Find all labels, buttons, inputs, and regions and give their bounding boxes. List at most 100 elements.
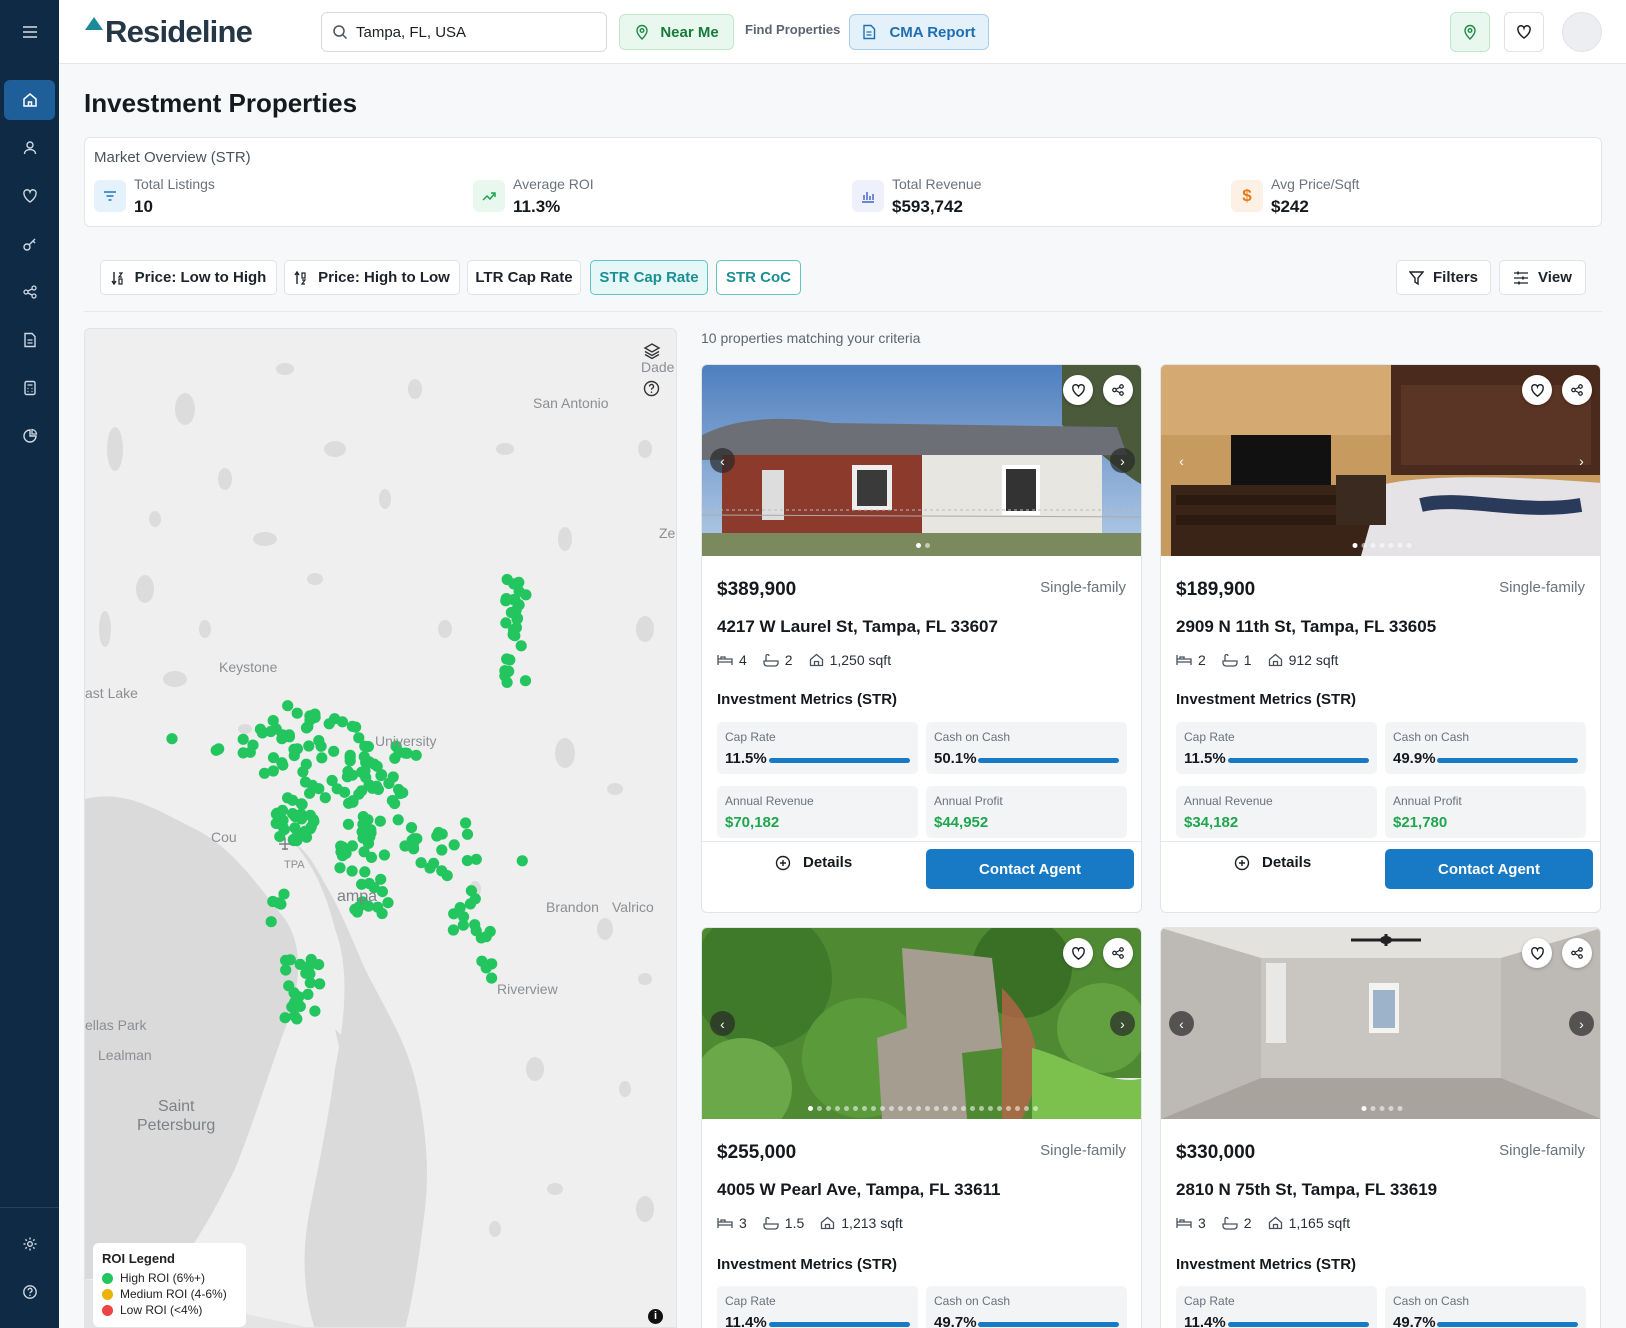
property-marker[interactable] [279, 1012, 291, 1024]
property-marker[interactable] [448, 839, 460, 851]
info-icon[interactable]: i [648, 1309, 663, 1324]
property-marker[interactable] [461, 855, 473, 867]
property-marker[interactable] [516, 855, 528, 867]
property-marker[interactable] [436, 865, 448, 877]
property-marker[interactable] [282, 792, 294, 804]
favorite-button[interactable] [1522, 938, 1552, 968]
property-marker[interactable] [486, 958, 498, 970]
property-photo[interactable]: ‹ › [702, 365, 1141, 556]
property-marker[interactable] [399, 840, 411, 852]
property-marker[interactable] [270, 808, 282, 820]
property-marker[interactable] [480, 931, 492, 943]
sort-price-high-low-button[interactable]: Price: High to Low [284, 260, 460, 295]
property-card[interactable]: ‹ › $330,000 Single-family 2810 N 75th S… [1160, 927, 1601, 1328]
favorite-button[interactable] [1522, 375, 1552, 405]
property-marker[interactable] [344, 749, 356, 761]
property-marker[interactable] [500, 617, 512, 629]
sidebar-item-analytics[interactable] [0, 416, 59, 456]
favorite-button[interactable] [1063, 375, 1093, 405]
property-marker[interactable] [328, 745, 340, 757]
property-marker[interactable] [346, 769, 358, 781]
property-marker[interactable] [500, 593, 512, 605]
property-marker[interactable] [336, 716, 348, 728]
property-marker[interactable] [337, 841, 349, 853]
property-marker[interactable] [316, 752, 328, 764]
contact-agent-button[interactable]: Contact Agent [1385, 849, 1593, 889]
property-marker[interactable] [267, 752, 280, 764]
property-marker[interactable] [300, 758, 312, 770]
view-button[interactable]: View [1499, 260, 1586, 295]
share-button[interactable] [1103, 938, 1133, 968]
share-button[interactable] [1562, 375, 1592, 405]
property-marker[interactable] [389, 797, 401, 810]
property-marker[interactable] [515, 640, 527, 652]
property-marker[interactable] [436, 844, 448, 856]
property-marker[interactable] [364, 831, 376, 843]
location-button[interactable] [1450, 12, 1490, 52]
property-marker[interactable] [401, 747, 413, 759]
property-photo[interactable]: ‹ › [1161, 365, 1600, 556]
sort-ltr-cap-rate-button[interactable]: LTR Cap Rate [467, 260, 581, 295]
property-marker[interactable] [291, 1013, 303, 1025]
property-marker[interactable] [387, 771, 399, 783]
sidebar-item-share[interactable] [0, 272, 59, 312]
property-marker[interactable] [447, 924, 459, 936]
sort-str-cap-rate-button[interactable]: STR Cap Rate [590, 260, 708, 295]
location-search[interactable] [321, 12, 607, 52]
property-marker[interactable] [347, 795, 359, 807]
property-marker[interactable] [508, 578, 520, 590]
photo-prev-button[interactable]: ‹ [710, 448, 735, 473]
property-marker[interactable] [244, 746, 256, 758]
sidebar-item-home[interactable] [4, 80, 55, 120]
property-marker[interactable] [282, 700, 294, 712]
property-marker[interactable] [376, 907, 388, 920]
avatar[interactable] [1562, 12, 1602, 52]
property-marker[interactable] [267, 895, 279, 908]
property-marker[interactable] [296, 798, 308, 810]
property-marker[interactable] [405, 822, 418, 834]
app-logo[interactable]: Resideline [85, 12, 253, 52]
property-marker[interactable] [511, 612, 524, 624]
property-marker[interactable] [410, 749, 422, 761]
property-photo[interactable]: ‹ › [1161, 928, 1600, 1119]
property-marker[interactable] [303, 960, 315, 972]
property-marker[interactable] [356, 785, 368, 797]
property-marker[interactable] [371, 780, 383, 792]
property-photo[interactable]: ‹ › [702, 928, 1141, 1119]
property-marker[interactable] [289, 810, 301, 823]
property-marker[interactable] [303, 740, 315, 752]
property-marker[interactable] [469, 919, 481, 931]
details-button[interactable]: Details [1234, 854, 1311, 871]
sidebar-item-keys[interactable] [0, 224, 59, 264]
property-marker[interactable] [166, 733, 178, 745]
property-marker[interactable] [507, 628, 519, 641]
property-marker[interactable] [461, 828, 474, 840]
property-marker[interactable] [299, 776, 312, 788]
sidebar-item-documents[interactable] [0, 320, 59, 360]
property-marker[interactable] [288, 750, 300, 762]
property-marker[interactable] [265, 725, 277, 738]
sort-price-low-high-button[interactable]: Price: Low to High [100, 260, 277, 295]
property-marker[interactable] [431, 830, 443, 842]
property-marker[interactable] [346, 865, 358, 877]
property-marker[interactable] [382, 897, 394, 909]
photo-prev-button[interactable]: ‹ [710, 1011, 735, 1036]
property-marker[interactable] [307, 814, 319, 826]
property-marker[interactable] [319, 792, 331, 804]
filters-button[interactable]: Filters [1396, 260, 1491, 295]
near-me-button[interactable]: Near Me [619, 14, 734, 50]
photo-next-button[interactable]: › [1110, 1011, 1135, 1036]
property-card[interactable]: ‹ › $389,900 Single-family 4217 W Laurel… [701, 364, 1142, 913]
property-marker[interactable] [359, 765, 371, 777]
property-marker[interactable] [258, 767, 271, 779]
menu-icon[interactable] [0, 12, 59, 52]
property-marker[interactable] [278, 824, 290, 836]
sidebar-item-favorites[interactable] [0, 176, 59, 216]
property-marker[interactable] [280, 954, 292, 967]
photo-next-button[interactable]: › [1569, 1011, 1594, 1036]
layers-icon[interactable] [643, 342, 665, 364]
share-button[interactable] [1562, 938, 1592, 968]
property-marker[interactable] [486, 972, 498, 984]
sidebar-item-settings[interactable] [0, 1224, 59, 1264]
photo-prev-button[interactable]: ‹ [1169, 1011, 1194, 1036]
